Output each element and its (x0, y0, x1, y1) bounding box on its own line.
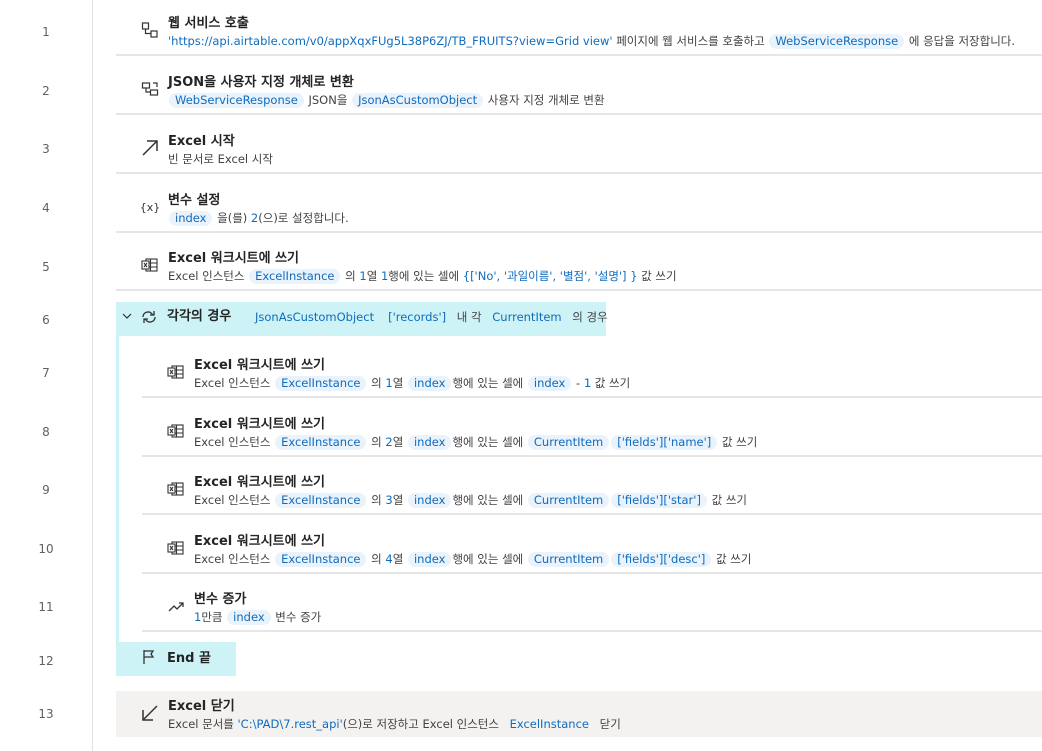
variable-token[interactable]: index (169, 211, 213, 226)
variable-token[interactable]: index (407, 435, 452, 450)
action-title: Excel 워크시트에 쓰기 (194, 417, 326, 432)
increase-variable-icon (166, 596, 186, 616)
variable-token[interactable]: ['records'] (382, 310, 452, 325)
line-number: 5 (42, 260, 50, 274)
url-literal: 'https://api.airtable.com/v0/appXqxFUg5L… (168, 34, 613, 48)
variable-token[interactable]: index (407, 552, 452, 567)
line-number: 13 (38, 707, 54, 721)
variable-token[interactable]: ExcelInstance (504, 717, 595, 732)
excel-launch-icon (140, 138, 160, 158)
line-number: 11 (38, 600, 54, 614)
action-title: Excel 워크시트에 쓰기 (168, 251, 300, 266)
action-excel-write[interactable]: Excel 워크시트에 쓰기 Excel 인스턴스 ExcelInstance … (142, 350, 1042, 398)
action-description: Excel 인스턴스 ExcelInstance 의 2열 index 행에 있는… (194, 435, 758, 450)
action-set-variable[interactable]: {x} 변수 설정 index 을(를) 2(으)로 설정합니다. (116, 185, 1042, 233)
variable-token[interactable]: index (527, 376, 572, 391)
variable-token[interactable]: ExcelInstance (275, 376, 367, 391)
variable-token[interactable]: index (407, 376, 452, 391)
line-number: 6 (42, 313, 50, 327)
action-excel-write[interactable]: Excel 워크시트에 쓰기 Excel 인스턴스 ExcelInstance … (142, 409, 1042, 457)
excel-write-icon (140, 255, 160, 275)
excel-write-icon (166, 421, 186, 441)
action-title: JSON을 사용자 지정 개체로 변환 (168, 75, 354, 90)
action-title: 웹 서비스 호출 (168, 16, 249, 31)
action-title: Excel 워크시트에 쓰기 (194, 358, 326, 373)
line-number: 7 (42, 366, 50, 380)
variable-token[interactable]: ['fields']['desc'] (611, 552, 712, 567)
line-number: 3 (42, 142, 50, 156)
loop-scope-bar (116, 336, 119, 642)
action-title: Excel 워크시트에 쓰기 (194, 534, 326, 549)
action-title: End 끝 (167, 651, 211, 666)
variable-token[interactable]: JsonAsCustomObject (249, 310, 380, 325)
variable-token[interactable]: ExcelInstance (275, 552, 367, 567)
action-increase-variable[interactable]: 변수 증가 1만큼 index 변수 증가 (142, 584, 1042, 632)
action-title: Excel 시작 (168, 134, 235, 149)
variable-token[interactable]: JsonAsCustomObject (352, 93, 484, 108)
excel-write-icon (166, 538, 186, 558)
action-description: Excel 문서를 'C:\PAD\7.rest_api'(으)로 저장하고 E… (168, 717, 621, 732)
variable-token[interactable]: index (407, 493, 452, 508)
line-number: 10 (38, 542, 54, 556)
variable-token[interactable]: ExcelInstance (275, 435, 367, 450)
action-excel-close[interactable]: Excel 닫기 Excel 문서를 'C:\PAD\7.rest_api'(으… (116, 691, 1042, 737)
chevron-down-icon[interactable] (121, 310, 135, 324)
line-number-gutter: 1 2 3 4 5 6 7 8 9 10 11 12 13 (0, 0, 93, 751)
action-title: 변수 증가 (194, 592, 247, 607)
line-number: 1 (42, 25, 50, 39)
action-description: 'https://api.airtable.com/v0/appXqxFUg5L… (168, 34, 1016, 49)
action-description: Excel 인스턴스 ExcelInstance 의 1열 index 행에 있는… (194, 376, 631, 391)
action-title: Excel 워크시트에 쓰기 (194, 475, 326, 490)
action-title: 각각의 경우 (167, 309, 232, 324)
action-description: 1만큼 index 변수 증가 (194, 610, 322, 625)
action-excel-launch[interactable]: Excel 시작 빈 문서로 Excel 시작 (116, 126, 1042, 174)
action-description: WebServiceResponse JSON을 JsonAsCustomObj… (168, 92, 605, 108)
line-number: 9 (42, 483, 50, 497)
line-number: 12 (38, 654, 54, 668)
excel-write-icon (166, 362, 186, 382)
loop-icon (140, 308, 158, 326)
action-excel-write[interactable]: Excel 워크시트에 쓰기 Excel 인스턴스 ExcelInstance … (142, 467, 1042, 515)
variable-token[interactable]: CurrentItem (527, 552, 610, 567)
variable-token[interactable]: CurrentItem (527, 435, 610, 450)
action-description: Excel 인스턴스 ExcelInstance 의 3열 index 행에 있는… (194, 493, 748, 508)
action-description: Excel 인스턴스 ExcelInstance 의 4열 index 행에 있는… (194, 552, 752, 567)
variable-token[interactable]: ['fields']['name'] (611, 435, 718, 450)
end-flag-icon (140, 648, 158, 666)
action-excel-write[interactable]: Excel 워크시트에 쓰기 Excel 인스턴스 ExcelInstance … (116, 243, 1042, 291)
action-description: index 을(를) 2(으)로 설정합니다. (168, 210, 349, 226)
variable-token[interactable]: ['fields']['star'] (611, 493, 707, 508)
action-description: JsonAsCustomObject ['records'] 내 각 Curren… (248, 309, 608, 325)
line-number: 2 (42, 84, 50, 98)
action-description: 빈 문서로 Excel 시작 (168, 152, 273, 166)
line-number: 4 (42, 201, 50, 215)
line-number: 8 (42, 425, 50, 439)
web-service-icon (140, 20, 160, 40)
variable-token[interactable]: ExcelInstance (275, 493, 367, 508)
excel-write-icon (166, 479, 186, 499)
action-web-service-call[interactable]: 웹 서비스 호출 'https://api.airtable.com/v0/ap… (116, 8, 1042, 56)
action-title: 변수 설정 (168, 193, 221, 208)
variable-token[interactable]: WebServiceResponse (769, 34, 905, 49)
variable-token[interactable]: ExcelInstance (249, 269, 341, 284)
variable-icon: {x} (139, 200, 161, 214)
variable-token[interactable]: CurrentItem (527, 493, 610, 508)
action-title: Excel 닫기 (168, 699, 235, 714)
action-description: Excel 인스턴스 ExcelInstance 의 1열 1행에 있는 셀에 … (168, 269, 677, 284)
excel-close-icon (140, 703, 160, 723)
variable-token[interactable]: WebServiceResponse (169, 93, 304, 108)
action-excel-write[interactable]: Excel 워크시트에 쓰기 Excel 인스턴스 ExcelInstance … (142, 526, 1042, 574)
action-convert-json[interactable]: JSON을 사용자 지정 개체로 변환 WebServiceResponse J… (116, 67, 1042, 115)
convert-json-icon (140, 79, 160, 99)
variable-token[interactable]: CurrentItem (486, 310, 567, 325)
variable-token[interactable]: index (227, 610, 271, 625)
